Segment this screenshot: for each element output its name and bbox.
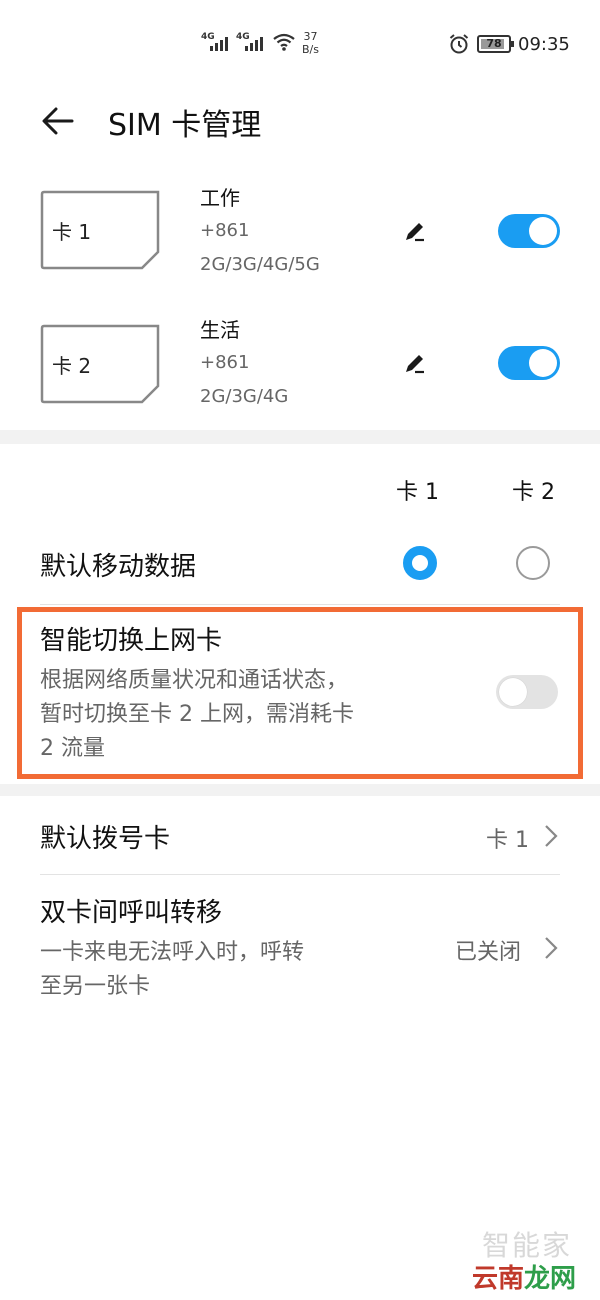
call-forward-value: 已关闭 [455, 940, 522, 965]
default-dial-value: 卡 1 [486, 828, 529, 853]
watermark-text-red: 云南 [472, 1264, 525, 1294]
divider [40, 874, 560, 875]
default-data-label: 默认移动数据 [40, 552, 197, 582]
status-time: 09:35 [518, 34, 570, 55]
call-forward-desc-line: 至另一张卡 [40, 974, 151, 999]
sim-number: +861 [200, 220, 250, 241]
sim-card-label: 卡 2 [52, 354, 92, 378]
smart-switch-toggle[interactable] [496, 675, 558, 709]
smart-switch-desc-line: 暂时切换至卡 2 上网，需消耗卡 [40, 702, 354, 727]
sim-name: 生活 [200, 318, 240, 342]
app-header: SIM 卡管理 [0, 88, 600, 152]
chevron-right-icon [545, 825, 558, 847]
watermark-logo: 智能家 云南龙网 [462, 1224, 600, 1300]
default-data-card2-radio[interactable] [516, 546, 550, 580]
call-forward-description: 一卡来电无法呼入时，呼转 至另一张卡 [40, 936, 304, 1004]
battery-level: 78 [486, 37, 502, 50]
sim-networks: 2G/3G/4G/5G [200, 254, 320, 275]
wifi-icon [273, 33, 295, 51]
speed-value: 37 [303, 30, 318, 43]
divider [40, 604, 560, 605]
sim-networks: 2G/3G/4G [200, 386, 289, 407]
smart-switch-title: 智能切换上网卡 [40, 626, 223, 656]
default-dial-label: 默认拨号卡 [40, 824, 171, 854]
watermark-bottom-text: 云南龙网 [472, 1258, 576, 1295]
smart-switch-desc-line: 2 流量 [40, 736, 105, 761]
sim1-toggle[interactable] [498, 214, 560, 248]
call-forward-desc-line: 一卡来电无法呼入时，呼转 [40, 940, 305, 965]
sim-number: +861 [200, 352, 250, 373]
watermark-text-green: 龙网 [524, 1264, 577, 1294]
edit-icon[interactable] [402, 350, 428, 376]
column-header-card2: 卡 2 [512, 480, 555, 505]
sim-info: 工作 +861 2G/3G/4G/5G [200, 182, 320, 282]
section-divider [0, 430, 600, 444]
default-data-card1-radio[interactable] [403, 546, 437, 580]
sim2-toggle[interactable] [498, 346, 560, 380]
back-arrow-icon[interactable] [36, 98, 82, 144]
battery-icon: 78 [477, 35, 514, 53]
status-bar: 4G 4G 37 B/s 78 09:35 [0, 0, 600, 88]
alarm-icon [449, 34, 469, 54]
sim-info: 生活 +861 2G/3G/4G [200, 314, 288, 414]
call-forward-label: 双卡间呼叫转移 [40, 898, 223, 928]
edit-icon[interactable] [402, 218, 428, 244]
chevron-right-icon [545, 937, 558, 959]
smart-switch-desc-line: 根据网络质量状况和通话状态， [40, 668, 349, 693]
sim-row-2: 卡 2 生活 +861 2G/3G/4G [0, 318, 600, 436]
page-title: SIM 卡管理 [108, 108, 262, 143]
section-divider [0, 784, 600, 796]
sim-card-label: 卡 1 [52, 220, 92, 244]
sim-card-icon: 卡 2 [40, 324, 160, 404]
sim-name: 工作 [200, 186, 240, 210]
sim-row-1: 卡 1 工作 +861 2G/3G/4G/5G [0, 184, 600, 302]
speed-unit: B/s [302, 43, 319, 56]
smart-switch-description: 根据网络质量状况和通话状态， 暂时切换至卡 2 上网，需消耗卡 2 流量 [40, 664, 470, 766]
column-header-card1: 卡 1 [396, 480, 439, 505]
network-speed: 37 B/s [302, 30, 319, 56]
sim-card-icon: 卡 1 [40, 190, 160, 270]
